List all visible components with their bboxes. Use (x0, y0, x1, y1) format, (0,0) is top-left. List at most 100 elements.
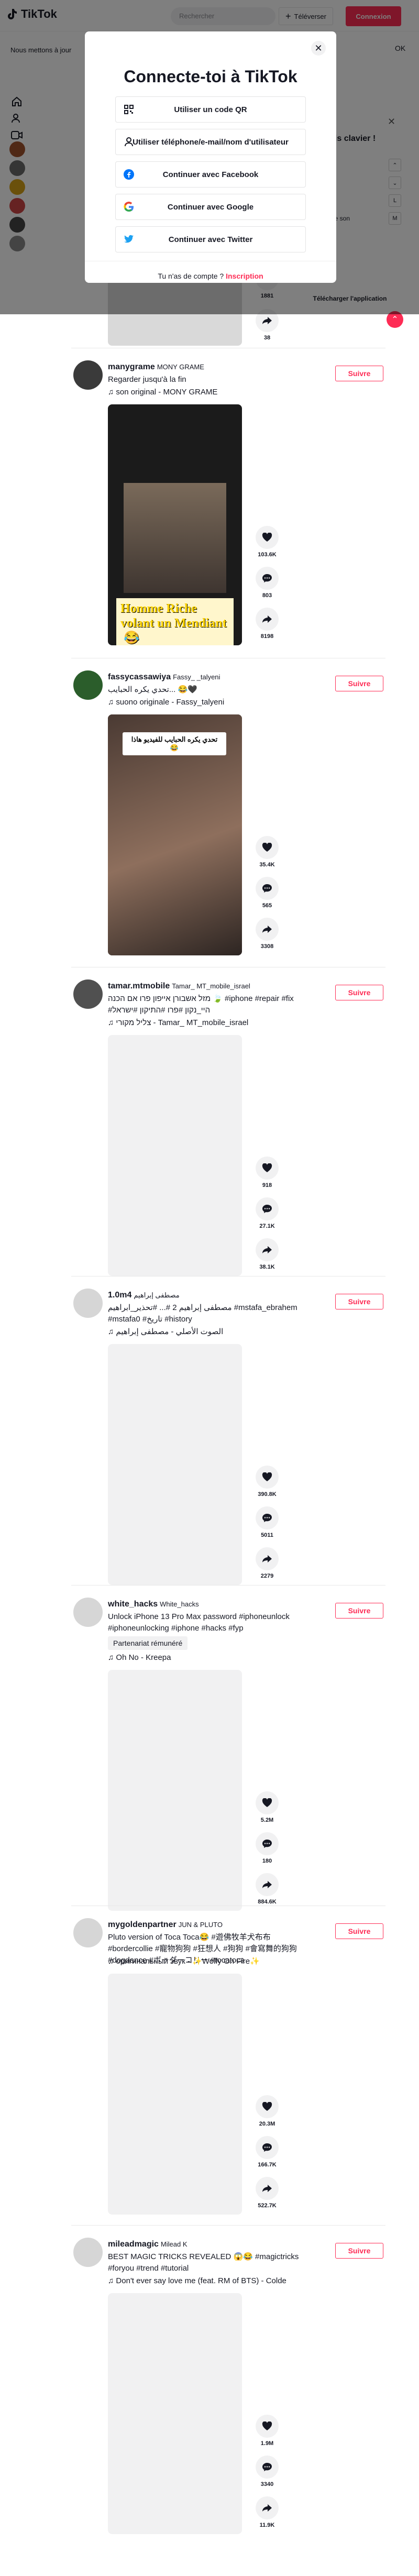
video-player[interactable] (108, 1670, 242, 1911)
share-icon[interactable] (256, 2177, 279, 2200)
comment-action[interactable]: 5011 (255, 1506, 280, 1538)
post-username[interactable]: white_hacks (108, 1600, 158, 1609)
share-action[interactable]: 522.7K (255, 2177, 280, 2209)
heart-icon[interactable] (256, 2095, 279, 2118)
music-title: оригинальный звук - ✨Wolfy On Fire✨ (116, 1957, 260, 1966)
signup-link[interactable]: Inscription (226, 272, 263, 280)
comment-icon[interactable] (256, 877, 279, 900)
share-action[interactable]: 38.1K (255, 1238, 280, 1270)
heart-icon[interactable] (256, 2415, 279, 2438)
post-username[interactable]: tamar.mtmobile (108, 982, 170, 990)
heart-icon[interactable] (256, 836, 279, 859)
post-username[interactable]: fassycassawiya (108, 673, 171, 681)
post-music[interactable]: ♫ צליל מקורי - Tamar_ MT_mobile_israel (108, 1017, 307, 1029)
comment-icon[interactable] (256, 1832, 279, 1855)
share-action[interactable]: 884.6K (255, 1873, 280, 1905)
like-action[interactable]: 918 (255, 1157, 280, 1188)
share-icon[interactable] (256, 1547, 279, 1570)
comment-action[interactable]: 166.7K (255, 2136, 280, 2168)
post-music[interactable]: ♫ الصوت الأصلي - مصطفى إبراهيم (108, 1326, 307, 1338)
follow-button[interactable]: Suivre (335, 1603, 383, 1619)
post-username[interactable]: 1.0m4 (108, 1291, 131, 1300)
post-author[interactable]: white_hacks White_hacks (108, 1600, 199, 1609)
share-icon[interactable] (256, 608, 279, 631)
avatar[interactable] (73, 1289, 103, 1318)
like-action[interactable]: 1.9M (255, 2415, 280, 2447)
like-action[interactable]: 390.8K (255, 1466, 280, 1498)
post-author[interactable]: tamar.mtmobile Tamar_ MT_mobile_israel (108, 982, 250, 991)
comment-icon[interactable] (256, 1197, 279, 1220)
avatar[interactable] (73, 1918, 103, 1947)
like-action[interactable]: 20.3M (255, 2095, 280, 2127)
post-username[interactable]: manygrame (108, 362, 155, 371)
follow-button[interactable]: Suivre (335, 985, 383, 1000)
avatar[interactable] (73, 670, 103, 700)
share-count: 8198 (260, 633, 274, 640)
heart-icon[interactable] (256, 1791, 279, 1814)
music-note-icon: ♫ (108, 1653, 116, 1662)
heart-icon[interactable] (256, 526, 279, 549)
share-action[interactable]: 11.9K (255, 2496, 280, 2528)
comment-icon[interactable] (256, 2136, 279, 2159)
follow-button[interactable]: Suivre (335, 676, 383, 691)
login-option-label: Continuer avec Facebook (162, 170, 259, 179)
follow-button[interactable]: Suivre (335, 1294, 383, 1309)
post-author[interactable]: fassycassawiya Fassy_ _talyeni (108, 673, 220, 682)
avatar[interactable] (73, 1598, 103, 1627)
follow-button[interactable]: Suivre (335, 366, 383, 381)
share-action[interactable]: 8198 (255, 608, 280, 640)
post-username[interactable]: mileadmagic (108, 2240, 159, 2249)
music-title: suono originale - Fassy_talyeni (116, 698, 225, 707)
like-count: 103.6K (258, 552, 277, 558)
like-action[interactable]: 103.6K (255, 526, 280, 558)
comment-action[interactable]: 180 (255, 1832, 280, 1864)
avatar[interactable] (73, 360, 103, 390)
video-player[interactable] (108, 2293, 242, 2534)
comment-action[interactable]: 27.1K (255, 1197, 280, 1229)
like-action[interactable]: 5.2M (255, 1791, 280, 1823)
post-music[interactable]: ♫ оригинальный звук - ✨Wolfy On Fire✨ (108, 1956, 307, 1967)
post-author[interactable]: mileadmagic Milead K (108, 2240, 188, 2249)
close-icon[interactable]: ✕ (311, 41, 326, 56)
video-player[interactable] (108, 1974, 242, 2215)
comment-icon[interactable] (256, 1506, 279, 1529)
avatar[interactable] (73, 2238, 103, 2267)
video-player[interactable] (108, 1344, 242, 1585)
share-action[interactable]: 3308 (255, 918, 280, 950)
post-author[interactable]: 1.0m4 مصطفى إبراهيم (108, 1291, 180, 1300)
post-author[interactable]: mygoldenpartner JUN & PLUTO (108, 1920, 223, 1930)
video-player[interactable]: تحدي يكره الحبايب للفيديو هاذا 😂 (108, 714, 242, 955)
login-modal: ✕ Connecte-toi à TikTok Utiliser un code… (85, 31, 336, 283)
video-player[interactable]: Homme Riche volant un Mendiant😂 (108, 404, 242, 645)
post-music[interactable]: ♫ suono originale - Fassy_talyeni (108, 697, 307, 708)
login-option-twitter[interactable]: Continuer avec Twitter (115, 226, 306, 252)
video-caption: Homme Riche volant un Mendiant😂 (116, 598, 234, 645)
heart-icon[interactable] (256, 1466, 279, 1489)
login-option-facebook[interactable]: Continuer avec Facebook (115, 161, 306, 188)
comment-icon[interactable] (256, 2456, 279, 2479)
heart-icon[interactable] (256, 1157, 279, 1180)
share-icon[interactable] (256, 2496, 279, 2519)
like-action[interactable]: 35.4K (255, 836, 280, 868)
comment-action[interactable]: 3340 (255, 2456, 280, 2487)
post-music[interactable]: ♫ son original - MONY GRAME (108, 387, 307, 398)
comment-icon[interactable] (256, 567, 279, 590)
avatar[interactable] (73, 979, 103, 1009)
comment-action[interactable]: 565 (255, 877, 280, 909)
post-music[interactable]: ♫ Oh No - Kreepa (108, 1652, 307, 1664)
share-icon[interactable] (256, 918, 279, 941)
login-option-qr[interactable]: Utiliser un code QR (115, 96, 306, 123)
comment-action[interactable]: 803 (255, 567, 280, 599)
follow-button[interactable]: Suivre (335, 2243, 383, 2259)
share-icon[interactable] (256, 1238, 279, 1261)
video-player[interactable] (108, 1035, 242, 1276)
follow-button[interactable]: Suivre (335, 1923, 383, 1939)
post-music[interactable]: ♫ Don't ever say love me (feat. RM of BT… (108, 2275, 307, 2287)
login-option-phone-email[interactable]: Utiliser téléphone/e-mail/nom d'utilisat… (115, 129, 306, 155)
share-action[interactable]: 2279 (255, 1547, 280, 1579)
share-count: 11.9K (259, 2522, 275, 2528)
share-icon[interactable] (256, 1873, 279, 1896)
post-author[interactable]: manygrame MONY GRAME (108, 362, 204, 372)
login-option-google[interactable]: Continuer avec Google (115, 194, 306, 220)
post-username[interactable]: mygoldenpartner (108, 1920, 177, 1929)
